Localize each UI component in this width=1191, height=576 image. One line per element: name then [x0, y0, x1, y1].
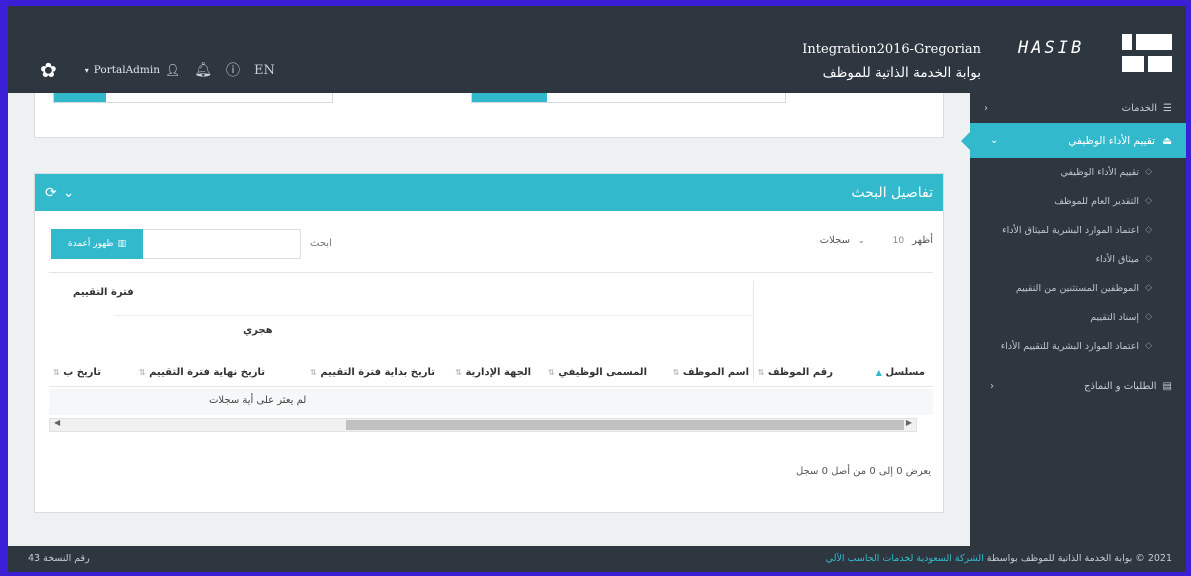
- help-icon[interactable]: ⓘ: [226, 60, 240, 80]
- chevron-left-icon: ‹: [984, 102, 988, 114]
- chevron-down-icon: ⌄: [857, 236, 865, 245]
- sidebar: ☰ الخدمات ‹ ⏏ تقييم الأداء الوظيفي ⌄ ◇ تق…: [961, 93, 1186, 546]
- copyright-text: 2021 © بوابة الخدمة الذاتية للموظف بواسط…: [826, 553, 1172, 564]
- sidebar-item-general-assessment[interactable]: ◇ التقدير العام للموظف: [998, 187, 1152, 216]
- sidebar-item-label: الخدمات: [1121, 102, 1158, 114]
- sidebar-item-excluded-employees[interactable]: ◇ الموظفين المستثنين من التقييم: [998, 274, 1152, 303]
- filter-panel: [34, 93, 944, 138]
- table-row: لم يعثر على أية سجلات: [49, 389, 933, 415]
- logo-mark-icon: [1122, 34, 1172, 74]
- sidebar-item-services[interactable]: ☰ الخدمات ‹: [970, 93, 1186, 123]
- pin-icon: ◇: [1145, 196, 1152, 206]
- portal-title: بوابة الخدمة الذاتية للموظف: [822, 65, 981, 81]
- filter-button-right[interactable]: [472, 93, 547, 102]
- header-toolbar: ✿ ▾ PortalAdmin 👤︎ 🔔︎ ⓘ EN: [40, 58, 275, 82]
- app-window: HASIB Integration2016-Gregorian بوابة ال…: [8, 6, 1186, 572]
- pin-icon: ◇: [1145, 341, 1152, 351]
- column-header-period-end[interactable]: تاريخ نهاية فترة التقييم ⇅: [135, 367, 265, 378]
- sidebar-item-hr-charter-approval[interactable]: ◇ اعتماد الموارد البشرية لميثاق الأداء: [998, 216, 1152, 245]
- search-label: ابحث: [310, 238, 332, 249]
- sidebar-item-label: اعتماد الموارد البشرية للتقييم الأداء: [1000, 341, 1140, 352]
- pin-icon: ◇: [1145, 283, 1152, 293]
- document-icon: ▤: [1162, 380, 1172, 392]
- sidebar-item-label: الطلبات و النماذج: [1083, 380, 1157, 392]
- show-label: أظهر: [912, 235, 933, 246]
- sidebar-item-label: تقييم الأداء الوظيفي: [1060, 167, 1140, 178]
- refresh-icon[interactable]: ⟳: [45, 185, 57, 201]
- user-menu[interactable]: ▾ PortalAdmin 👤︎: [85, 63, 180, 77]
- column-visibility-label: ظهور أعمدة: [67, 239, 114, 249]
- page-length-value: 10: [892, 235, 905, 246]
- table-controls: ▥ ظهور أعمدة ابحث أظهر 10 ⌄ سجلات: [35, 229, 943, 261]
- search-input[interactable]: [143, 229, 301, 259]
- filter-button-left[interactable]: [54, 93, 106, 102]
- list-icon: ☰: [1163, 102, 1172, 114]
- filter-input-left[interactable]: [53, 93, 333, 103]
- columns-icon: ▥: [117, 239, 127, 249]
- footer: رقم النسخة 43 2021 © بوابة الخدمة الذاتي…: [8, 546, 1186, 572]
- scroll-right-icon[interactable]: ▶: [906, 418, 912, 427]
- sidebar-item-evaluation[interactable]: ◇ تقييم الأداء الوظيفي: [998, 158, 1152, 187]
- language-toggle[interactable]: EN: [254, 63, 275, 78]
- column-header-employee-name[interactable]: اسم الموظف ⇅: [669, 367, 749, 378]
- sidebar-item-charter[interactable]: ◇ ميثاق الأداء: [998, 245, 1152, 274]
- column-visibility-button[interactable]: ▥ ظهور أعمدة: [51, 229, 143, 259]
- sidebar-item-assign-evaluation[interactable]: ◇ إسناد التقييم: [998, 303, 1152, 332]
- gear-icon[interactable]: ✿: [40, 58, 57, 82]
- logo-wordmark: HASIB: [1018, 38, 1085, 58]
- sidebar-submenu: ◇ تقييم الأداء الوظيفي ◇ التقدير العام للم…: [970, 158, 1186, 361]
- collapse-icon[interactable]: ⌄: [63, 185, 75, 201]
- chevron-down-icon: ⌄: [990, 135, 999, 146]
- column-header-job-title[interactable]: المسمى الوظيفي ⇅: [544, 367, 647, 378]
- panel-tools: ⟳ ⌄: [45, 185, 74, 201]
- results-table: فترة التقييم هجري مسلسل ▲ رقم الموظف ⇅ ا…: [49, 272, 933, 442]
- chevron-down-icon: ▾: [84, 65, 89, 75]
- sidebar-section-performance[interactable]: ⏏ تقييم الأداء الوظيفي ⌄: [961, 123, 1186, 158]
- scroll-left-icon[interactable]: ◀: [54, 418, 60, 427]
- sidebar-item-label: التقدير العام للموظف: [1054, 196, 1140, 207]
- divider: [115, 315, 753, 316]
- company-title: Integration2016-Gregorian: [802, 42, 981, 57]
- sidebar-item-label: إسناد التقييم: [1090, 312, 1140, 323]
- bell-icon[interactable]: 🔔︎: [194, 62, 212, 78]
- group-header-eval-period: فترة التقييم: [73, 287, 134, 298]
- version-label: رقم النسخة 43: [28, 553, 90, 564]
- hasib-logo[interactable]: HASIB: [1012, 32, 1172, 76]
- column-header-period-start[interactable]: تاريخ بداية فترة التقييم ⇅: [306, 367, 435, 378]
- sidebar-section-label: تقييم الأداء الوظيفي: [1068, 134, 1156, 147]
- company-link[interactable]: الشركة السعودية لخدمات الحاسب الآلي: [826, 553, 984, 564]
- eject-icon: ⏏: [1162, 134, 1172, 147]
- user-name: PortalAdmin: [93, 64, 160, 76]
- pin-icon: ◇: [1145, 167, 1152, 177]
- column-header-employee-number[interactable]: رقم الموظف ⇅: [754, 367, 833, 378]
- group-header-hijri: هجري: [243, 325, 273, 336]
- table-header-row: مسلسل ▲ رقم الموظف ⇅ اسم الموظف ⇅ المسمى…: [49, 363, 933, 387]
- sidebar-item-label: اعتماد الموارد البشرية لميثاق الأداء: [1002, 225, 1140, 236]
- sidebar-item-hr-evaluation-approval[interactable]: ◇ اعتماد الموارد البشرية للتقييم الأداء: [998, 332, 1152, 361]
- column-header-date-truncated[interactable]: تاريخ ب ⇅: [49, 367, 101, 378]
- page-length-control: أظهر 10 ⌄ سجلات: [820, 235, 933, 246]
- sidebar-item-requests-forms[interactable]: ▤ الطلبات و النماذج ‹: [970, 371, 1186, 401]
- pin-icon: ◇: [1145, 254, 1152, 264]
- page-length-select[interactable]: 10 ⌄: [858, 236, 904, 246]
- empty-message: لم يعثر على أية سجلات: [209, 395, 307, 406]
- panel-title: تفاصيل البحث: [851, 184, 933, 201]
- table-info: يعرض 0 إلى 0 من أصل 0 سجل: [795, 466, 931, 477]
- column-header-department[interactable]: الجهة الإدارية ⇅: [451, 367, 531, 378]
- search-details-panel: ⟳ ⌄ تفاصيل البحث ▥ ظهور أعمدة ابحث أظهر …: [34, 173, 944, 513]
- panel-header: ⟳ ⌄ تفاصيل البحث: [35, 174, 943, 211]
- top-header: HASIB Integration2016-Gregorian بوابة ال…: [8, 6, 1186, 93]
- sidebar-item-label: الموظفين المستثنين من التقييم: [1015, 283, 1140, 294]
- chevron-left-icon: ‹: [990, 380, 994, 392]
- horizontal-scrollbar[interactable]: ◀ ▶: [49, 418, 917, 432]
- pin-icon: ◇: [1145, 225, 1152, 235]
- scrollbar-thumb[interactable]: [346, 420, 904, 430]
- pin-icon: ◇: [1145, 312, 1152, 322]
- records-label: سجلات: [819, 235, 850, 246]
- copyright-label: 2021 © بوابة الخدمة الذاتية للموظف بواسط…: [986, 553, 1172, 564]
- filter-input-right[interactable]: [471, 93, 786, 103]
- column-header-serial[interactable]: مسلسل ▲: [872, 367, 925, 378]
- sidebar-item-label: ميثاق الأداء: [1095, 254, 1140, 265]
- user-icon: 👤︎: [164, 63, 181, 77]
